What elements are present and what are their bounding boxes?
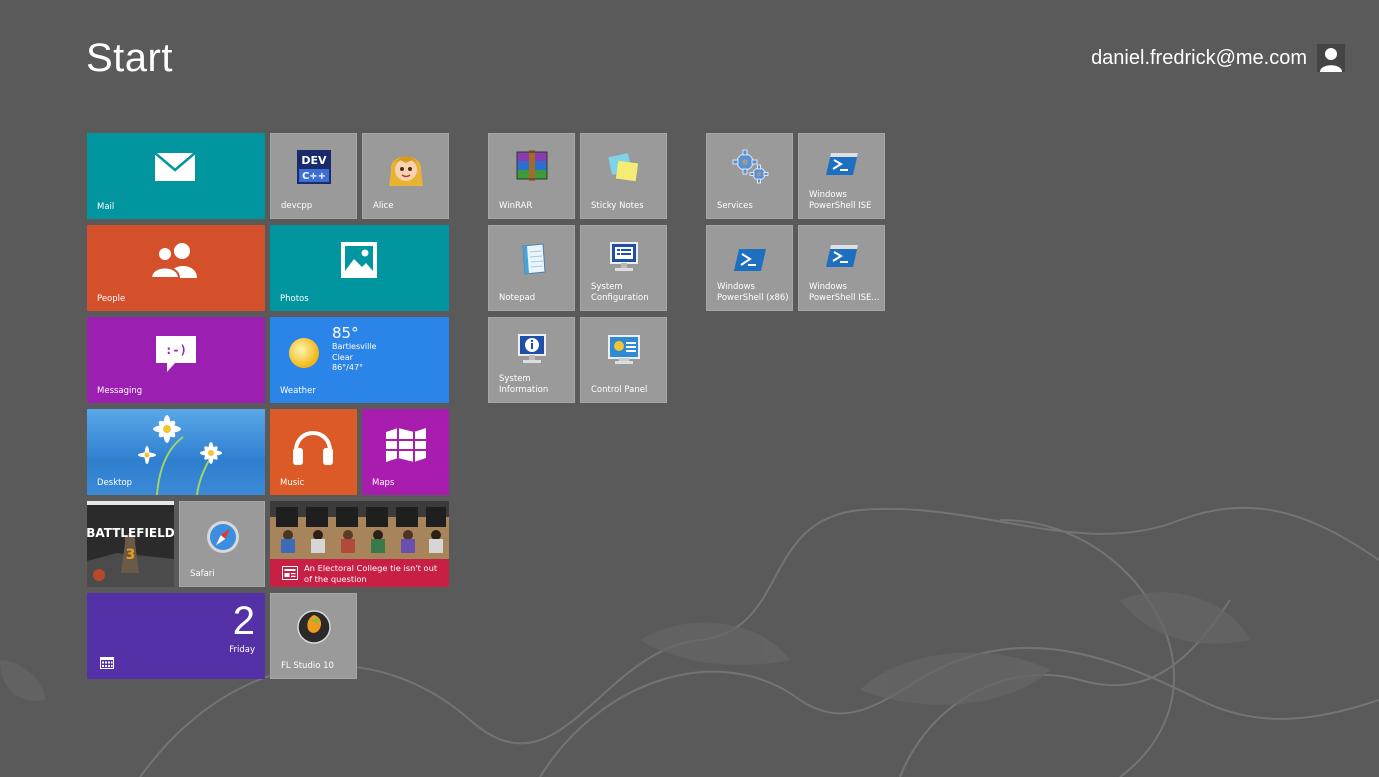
news-caption-bar: An Electoral College tie isn't out of th…: [270, 559, 449, 587]
sticky-notes-icon: [607, 152, 641, 184]
tile-label: Maps: [372, 478, 395, 488]
tile-music[interactable]: Music: [270, 409, 357, 495]
tile-label: Safari: [190, 569, 215, 579]
svg-text:C++: C++: [302, 171, 326, 182]
tile-messaging[interactable]: :-) Messaging: [87, 317, 265, 403]
weather-info: 85° Bartlesville Clear 86°/47°: [332, 325, 376, 374]
tile-system-configuration[interactable]: System Configuration: [580, 225, 667, 311]
tile-mail[interactable]: Mail: [87, 133, 265, 219]
compass-icon: [206, 520, 240, 554]
tile-winrar[interactable]: WinRAR: [488, 133, 575, 219]
tile-maps[interactable]: Maps: [362, 409, 449, 495]
maps-icon: [384, 425, 428, 465]
tile-label: Notepad: [499, 293, 536, 303]
tile-news[interactable]: An Electoral College tie isn't out of th…: [270, 501, 449, 587]
photos-icon: [340, 241, 378, 279]
svg-text:DEV: DEV: [301, 154, 327, 167]
alice-avatar-icon: [387, 146, 425, 188]
svg-text:BATTLEFIELD: BATTLEFIELD: [87, 526, 174, 540]
notepad-icon: [515, 242, 549, 276]
svg-text::-): :-): [165, 343, 187, 357]
weather-city: Bartlesville: [332, 342, 377, 351]
tile-battlefield-3[interactable]: BATTLEFIELD 3: [87, 501, 174, 587]
tile-desktop[interactable]: Desktop: [87, 409, 265, 495]
tile-weather[interactable]: 85° Bartlesville Clear 86°/47° Weather: [270, 317, 449, 403]
tile-label: System Information: [499, 374, 549, 395]
tile-label: Messaging: [97, 386, 143, 396]
tile-label: Desktop: [97, 478, 133, 488]
gears-icon: [731, 148, 769, 184]
tile-label: People: [97, 294, 126, 304]
tile-label: devcpp: [281, 201, 313, 211]
page-title: Start: [86, 36, 173, 80]
sun-icon: [286, 335, 322, 371]
tile-label: Mail: [97, 202, 115, 212]
tile-control-panel[interactable]: Control Panel: [580, 317, 667, 403]
tile-powershell-ise-x86[interactable]: Windows PowerShell ISE...: [798, 225, 885, 311]
powershell-icon: [733, 246, 767, 274]
winrar-icon: [515, 150, 549, 182]
tile-label: Alice: [373, 201, 394, 211]
tile-people[interactable]: People: [87, 225, 265, 311]
user-account[interactable]: daniel.fredrick@me.com: [1091, 44, 1345, 72]
tile-safari[interactable]: Safari: [179, 501, 265, 587]
tile-label: Control Panel: [591, 385, 648, 395]
tile-fl-studio[interactable]: FL Studio 10: [270, 593, 357, 679]
system-configuration-icon: [607, 240, 641, 274]
calendar-weekday: Friday: [229, 645, 255, 655]
headphones-icon: [290, 421, 336, 467]
tile-powershell-x86[interactable]: Windows PowerShell (x86): [706, 225, 793, 311]
tile-powershell-ise[interactable]: Windows PowerShell ISE: [798, 133, 885, 219]
tile-services[interactable]: Services: [706, 133, 793, 219]
news-headline: An Electoral College tie isn't out of th…: [304, 563, 438, 584]
svg-text:3: 3: [126, 547, 136, 563]
powershell-ise-icon: [825, 242, 859, 272]
weather-temperature: 85°: [332, 324, 359, 342]
tile-label: Windows PowerShell ISE...: [809, 282, 880, 303]
tile-photos[interactable]: Photos: [270, 225, 449, 311]
battlefield-3-cover-image: BATTLEFIELD 3: [87, 501, 174, 587]
mail-icon: [153, 151, 197, 183]
news-photo-image: [270, 501, 449, 559]
tile-label: WinRAR: [499, 201, 533, 211]
tile-label: Sticky Notes: [591, 201, 644, 211]
tile-devcpp[interactable]: DEV C++ devcpp: [270, 133, 357, 219]
tile-alice[interactable]: Alice: [362, 133, 449, 219]
weather-range: 86°/47°: [332, 363, 364, 372]
user-avatar-icon[interactable]: [1317, 44, 1345, 72]
tile-sticky-notes[interactable]: Sticky Notes: [580, 133, 667, 219]
tile-label: Photos: [280, 294, 309, 304]
tile-system-information[interactable]: System Information: [488, 317, 575, 403]
control-panel-icon: [607, 334, 641, 366]
system-information-icon: [515, 332, 549, 366]
tile-label: Windows PowerShell ISE: [809, 190, 872, 211]
news-icon: [282, 566, 298, 580]
user-name[interactable]: daniel.fredrick@me.com: [1091, 47, 1307, 70]
tile-notepad[interactable]: Notepad: [488, 225, 575, 311]
tile-label: Music: [280, 478, 305, 488]
tile-label: FL Studio 10: [281, 661, 334, 671]
powershell-ise-icon: [825, 150, 859, 180]
tile-label: Windows PowerShell (x86): [717, 282, 789, 303]
tile-label: Weather: [280, 386, 316, 396]
calendar-day-number: 2: [232, 599, 255, 643]
tile-calendar[interactable]: 2 Friday: [87, 593, 265, 679]
people-icon: [151, 241, 199, 279]
tile-label: Services: [717, 201, 753, 211]
devcpp-icon: DEV C++: [297, 150, 331, 184]
calendar-icon: [100, 657, 114, 669]
weather-condition: Clear: [332, 352, 353, 362]
messaging-icon: :-): [155, 335, 197, 373]
tile-label: System Configuration: [591, 282, 649, 303]
fl-studio-icon: [297, 610, 331, 644]
